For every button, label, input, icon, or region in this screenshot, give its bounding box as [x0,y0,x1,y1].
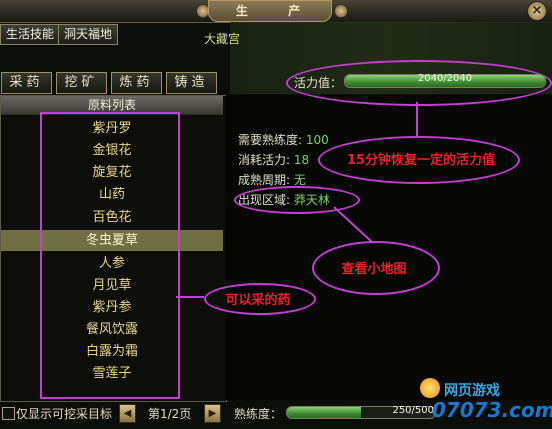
map-note-text: 查看小地图 [341,262,407,277]
backdrop-location-text: 大藏宫 [204,32,241,46]
watermark-line2: 07073.com [432,398,552,422]
vigor-label: 活力值： [294,76,343,90]
next-page-button[interactable]: ▶ [204,404,221,423]
prev-page-button[interactable]: ◀ [119,404,136,423]
herb-note-text: 可以采的药 [225,293,291,308]
tab-alchemy[interactable]: 炼药 [111,72,162,94]
tab-forging[interactable]: 铸造 [166,72,217,94]
vigor-cost-value: 18 [293,153,310,167]
proficiency-value: 250/500 [392,405,434,416]
herb-list-highlight-box [40,112,180,399]
annotation-connector [333,206,373,243]
watermark-line1: 网页游戏 [444,383,500,399]
tab-mining[interactable]: 挖矿 [56,72,107,94]
watermark-ball-icon [420,378,440,398]
title-ornament-right-icon [334,4,348,18]
tab-cave-paradise[interactable]: 洞天福地 [58,24,119,45]
annotation-line [176,296,204,298]
vigor-cost-label: 消耗活力: 18 [238,153,310,167]
show-gatherable-label: 仅显示可挖采目标 [16,407,113,421]
mature-cycle-value: 无 [293,173,306,187]
annotation-line [416,102,418,136]
page-indicator: 第1/2页 [148,407,192,421]
tab-life-skills[interactable]: 生活技能 [0,24,61,45]
proficiency-req-value: 100 [305,133,329,147]
window-title: 生 产 [208,0,332,22]
tab-gather-herbs[interactable]: 采药 [1,72,52,94]
vigor-note-text: 15分钟恢复一定的活力值 [346,153,496,168]
vigor-value: 2040/2040 [417,73,473,84]
proficiency-req-label: 需要熟练度: 100 [238,133,329,147]
close-button[interactable]: × [527,1,547,21]
show-gatherable-checkbox[interactable] [2,407,15,420]
proficiency-label: 熟练度： [234,407,283,421]
